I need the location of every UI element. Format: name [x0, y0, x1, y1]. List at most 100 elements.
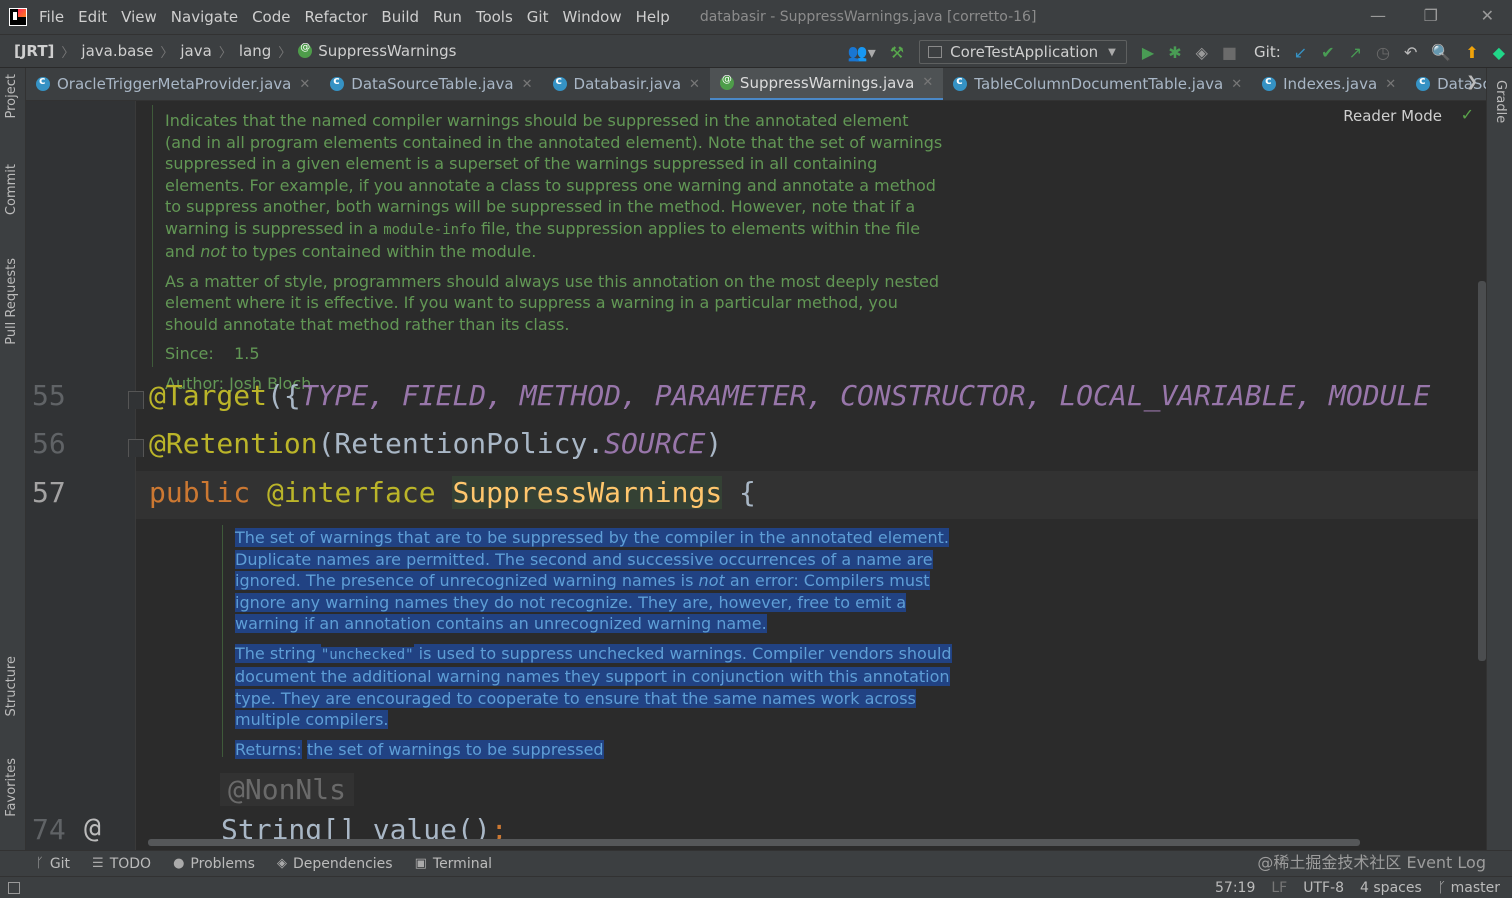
- line-separator[interactable]: LF: [1271, 880, 1287, 896]
- tool-problems[interactable]: ● Problems: [173, 856, 255, 872]
- minimize-icon[interactable]: —: [1370, 6, 1386, 25]
- breadcrumb-java[interactable]: java: [180, 42, 211, 60]
- menu-window[interactable]: Window: [562, 8, 621, 26]
- close-tab-icon[interactable]: ✕: [689, 77, 700, 92]
- breadcrumb-jrt[interactable]: [JRT]: [14, 42, 54, 60]
- tool-pull-requests[interactable]: Pull Requests: [4, 258, 19, 345]
- tool-todo[interactable]: ☰ TODO: [92, 856, 151, 872]
- git-update-icon[interactable]: ↙: [1294, 43, 1307, 62]
- tool-favorites[interactable]: Favorites: [4, 758, 19, 817]
- javadoc-returns: Returns: the set of warnings to be suppr…: [235, 739, 604, 759]
- menu-help[interactable]: Help: [636, 8, 670, 26]
- tab-oracletriggermetaprovider[interactable]: OracleTriggerMetaProvider.java ✕: [26, 68, 320, 100]
- breadcrumb-java-base[interactable]: java.base: [81, 42, 153, 60]
- tab-label: SuppressWarnings.java: [739, 73, 915, 92]
- close-tab-icon[interactable]: ✕: [299, 77, 310, 92]
- close-tab-icon[interactable]: ✕: [1231, 77, 1242, 92]
- branch-icon: ᚴ: [1437, 880, 1451, 896]
- annotation-gutter-icon[interactable]: @: [84, 811, 101, 844]
- run-icon[interactable]: ▶: [1142, 43, 1154, 62]
- search-icon[interactable]: 🔍: [1431, 43, 1451, 62]
- menu-build[interactable]: Build: [381, 8, 419, 26]
- tab-databasir[interactable]: Databasir.java ✕: [543, 68, 710, 100]
- close-tab-icon[interactable]: ✕: [1385, 77, 1396, 92]
- vertical-scrollbar[interactable]: [1478, 281, 1486, 661]
- close-tab-icon[interactable]: ✕: [522, 77, 533, 92]
- javadoc-paragraph: The set of warnings that are to be suppr…: [235, 528, 949, 633]
- tab-tablecolumndocumenttable[interactable]: TableColumnDocumentTable.java ✕: [943, 68, 1252, 100]
- tab-suppresswarnings[interactable]: SuppressWarnings.java ✕: [709, 68, 944, 100]
- tool-windows-toggle-icon[interactable]: [8, 881, 20, 894]
- code-line-56: @Retention(RetentionPolicy.SOURCE): [149, 427, 723, 460]
- indent-setting[interactable]: 4 spaces: [1360, 880, 1422, 896]
- debug-icon[interactable]: ✱: [1168, 43, 1181, 62]
- restore-icon[interactable]: ❐: [1424, 6, 1438, 25]
- coverage-icon[interactable]: ◈: [1196, 43, 1208, 62]
- git-push-icon[interactable]: ↗: [1349, 43, 1362, 62]
- menu-refactor[interactable]: Refactor: [304, 8, 367, 26]
- run-configuration-label: CoreTestApplication: [950, 43, 1099, 61]
- line-number: 56: [32, 427, 66, 460]
- tool-structure[interactable]: Structure: [4, 656, 19, 716]
- tool-terminal[interactable]: ▣ Terminal: [415, 856, 492, 872]
- rollback-icon[interactable]: ↶: [1404, 43, 1417, 62]
- tool-commit[interactable]: Commit: [4, 164, 19, 215]
- tab-list-chevron-icon[interactable]: ❯: [1466, 74, 1478, 90]
- terminal-icon: ▣: [414, 856, 427, 871]
- breadcrumb-suppresswarnings[interactable]: SuppressWarnings: [318, 42, 456, 60]
- git-label: Git:: [1254, 43, 1281, 61]
- javadoc-since: Since: 1.5: [165, 344, 260, 363]
- fold-icon[interactable]: [128, 439, 144, 457]
- code-editor[interactable]: Reader Mode ✓ Indicates that the named c…: [26, 101, 1486, 850]
- tab-label: Databasir.java: [573, 75, 682, 93]
- menu-code[interactable]: Code: [252, 8, 290, 26]
- caret-position[interactable]: 57:19: [1215, 880, 1255, 896]
- code-line-57: public @interface SuppressWarnings {: [149, 476, 756, 509]
- window-title: databasir - SuppressWarnings.java [corre…: [699, 9, 1037, 25]
- history-icon[interactable]: ◷: [1376, 43, 1390, 62]
- menu-run[interactable]: Run: [433, 8, 462, 26]
- tab-indexes[interactable]: Indexes.java ✕: [1252, 68, 1406, 100]
- plugin-icon[interactable]: ◆: [1493, 43, 1505, 62]
- intellij-logo-icon: [9, 8, 27, 26]
- tab-datasourcetable[interactable]: DataSourceTable.java ✕: [320, 68, 542, 100]
- horizontal-scrollbar[interactable]: [148, 839, 1360, 846]
- chevron-right-icon: 〉: [61, 45, 75, 61]
- build-hammer-icon[interactable]: ⚒: [890, 43, 904, 62]
- menu-file[interactable]: File: [39, 8, 64, 26]
- branch-icon: ᚴ: [36, 856, 44, 871]
- tool-git[interactable]: ᚴ Git: [36, 856, 70, 872]
- code-line-55: @Target({TYPE, FIELD, METHOD, PARAMETER,…: [149, 379, 1431, 412]
- watermark-event-log[interactable]: @稀土掘金技术社区 Event Log: [1257, 851, 1486, 875]
- tab-label: OracleTriggerMetaProvider.java: [57, 75, 292, 93]
- close-icon[interactable]: ✕: [1481, 6, 1494, 25]
- git-branch[interactable]: ᚴ master: [1438, 880, 1500, 896]
- menu-git[interactable]: Git: [527, 8, 549, 26]
- file-encoding[interactable]: UTF-8: [1303, 880, 1344, 896]
- right-tool-strip: Gradle: [1486, 68, 1512, 850]
- check-icon: ✓: [1460, 105, 1474, 124]
- run-configuration-select[interactable]: CoreTestApplication ▼: [919, 40, 1127, 64]
- annotation-interface-icon: [298, 42, 313, 58]
- fold-icon[interactable]: [128, 391, 144, 409]
- update-icon[interactable]: ⬆: [1465, 43, 1478, 62]
- class-icon: [36, 74, 50, 91]
- reader-mode-toggle[interactable]: Reader Mode: [1343, 107, 1442, 125]
- tool-project[interactable]: Project: [4, 74, 19, 118]
- menu-edit[interactable]: Edit: [78, 8, 107, 26]
- menu-navigate[interactable]: Navigate: [171, 8, 238, 26]
- chevron-right-icon: 〉: [278, 45, 292, 61]
- doc-indent-bar: [152, 105, 153, 367]
- menu-tools[interactable]: Tools: [476, 8, 513, 26]
- class-icon: [330, 74, 345, 91]
- tool-dependencies[interactable]: ◈ Dependencies: [277, 856, 393, 872]
- stop-icon[interactable]: ■: [1222, 43, 1237, 62]
- git-commit-icon[interactable]: ✔: [1321, 43, 1334, 62]
- close-tab-icon[interactable]: ✕: [922, 75, 933, 90]
- breadcrumb-lang[interactable]: lang: [239, 42, 271, 60]
- tool-gradle[interactable]: Gradle: [1493, 80, 1508, 123]
- chevron-down-icon: ▼: [1108, 46, 1116, 58]
- menu-view[interactable]: View: [121, 8, 157, 26]
- user-dropdown-icon[interactable]: 👥▾: [848, 43, 876, 62]
- main-toolbar: 👥▾ ⚒ CoreTestApplication ▼ ▶ ✱ ◈ ■ Git: …: [841, 35, 1512, 69]
